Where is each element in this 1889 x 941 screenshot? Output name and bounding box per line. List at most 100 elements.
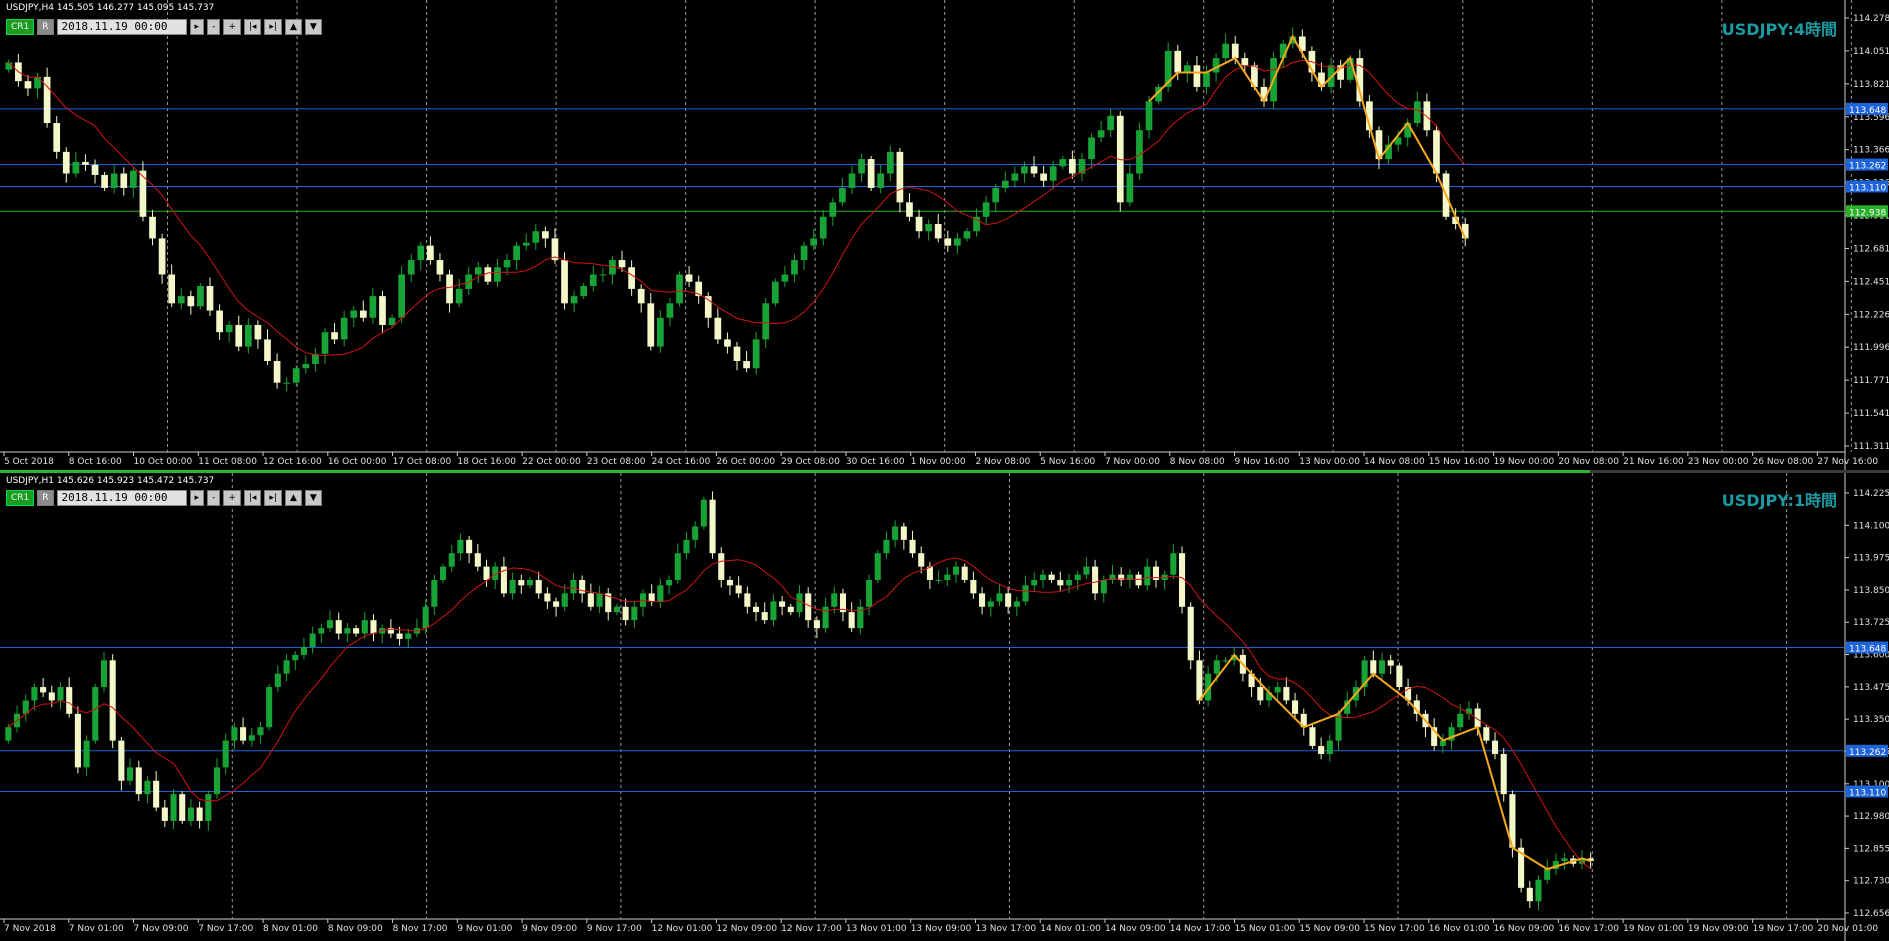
x-tick-label: 19 Nov 01:00	[1623, 924, 1684, 934]
candle-body	[1065, 579, 1073, 586]
scroll-down-icon[interactable]: ▼	[304, 19, 322, 35]
x-tick-label: 8 Nov 08:00	[1170, 457, 1225, 467]
candle-body	[187, 296, 195, 307]
candle-body	[779, 601, 786, 607]
candle-body	[161, 807, 168, 821]
candle-body	[866, 579, 873, 607]
candle-body	[674, 553, 681, 580]
y-tick-label: 112.226	[1853, 310, 1889, 320]
candle-body	[1491, 740, 1499, 754]
candle-body	[5, 727, 12, 741]
candle-body	[676, 274, 683, 304]
moving-average-line	[8, 59, 1466, 357]
play-icon[interactable]: ▸	[189, 19, 205, 35]
last-bar-icon[interactable]: ▸|	[264, 490, 282, 506]
r-button[interactable]: R	[37, 19, 54, 35]
candle-body	[1100, 579, 1107, 594]
candle-body	[427, 245, 434, 261]
candle-body	[292, 368, 300, 383]
candle-body	[718, 553, 725, 580]
candle-body	[909, 539, 916, 554]
scroll-up-icon[interactable]: ▲	[284, 490, 302, 506]
first-bar-icon[interactable]: |◂	[243, 490, 262, 506]
candle-body	[831, 593, 838, 607]
candle-body	[83, 740, 90, 768]
chart-panel-h1[interactable]: 114.225 114.100 113.975 113.850 113.725 113.6…	[0, 473, 1889, 941]
cr1-button[interactable]: CR1	[6, 19, 35, 35]
candle-body	[761, 612, 768, 621]
x-tick-label: 7 Nov 17:00	[198, 924, 253, 934]
x-tick-label: 9 Nov 17:00	[587, 924, 642, 934]
play-icon[interactable]: ▸	[189, 490, 205, 506]
level-price-label: 112.938	[1849, 208, 1886, 218]
candle-body	[24, 81, 32, 89]
x-tick-label: 1 Nov 00:00	[911, 457, 966, 467]
candle-body	[283, 660, 290, 674]
candle-body	[1097, 130, 1105, 138]
y-tick-label: 112.730	[1853, 877, 1889, 887]
h1-chart-canvas[interactable]: 114.225 114.100 113.975 113.850 113.725 113.6…	[0, 473, 1889, 941]
candle-body	[264, 339, 271, 362]
candle-body	[92, 687, 99, 741]
y-tick-label: 112.656	[1853, 909, 1889, 919]
candle-body	[318, 628, 325, 634]
zoom-out-button[interactable]: -	[207, 19, 221, 35]
candle-body	[1107, 115, 1115, 131]
y-tick-label: 111.771	[1853, 376, 1889, 386]
cr1-button[interactable]: CR1	[6, 490, 35, 506]
x-tick-label: 16 Nov 01:00	[1429, 924, 1490, 934]
r-button[interactable]: R	[37, 490, 54, 506]
candle-body	[589, 274, 597, 287]
last-bar-icon[interactable]: ▸|	[264, 19, 282, 35]
candle-body	[1526, 887, 1533, 902]
scroll-down-icon[interactable]: ▼	[304, 490, 322, 506]
candle-body	[1001, 180, 1009, 188]
x-tick-label: 16 Nov 17:00	[1558, 924, 1619, 934]
candle-body	[743, 361, 750, 369]
candle-body	[1535, 879, 1542, 902]
candle-body	[273, 361, 281, 383]
candle-body	[300, 646, 307, 655]
candle-body	[915, 216, 923, 232]
y-tick-label: 113.821	[1853, 80, 1889, 90]
zoom-out-button[interactable]: -	[207, 490, 221, 506]
x-tick-label: 18 Oct 16:00	[457, 457, 516, 467]
candle-body	[455, 288, 463, 304]
candle-body	[1170, 553, 1177, 575]
candle-body	[867, 159, 875, 188]
date-input[interactable]: 2018.11.19 00:00	[56, 19, 187, 35]
h4-symbol-header: USDJPY,H4 145.505 146.277 145.095 145.73…	[6, 3, 215, 13]
candle-body	[934, 223, 942, 239]
x-tick-label: 30 Oct 16:00	[846, 457, 905, 467]
x-tick-label: 26 Oct 00:00	[716, 457, 775, 467]
candle-body	[829, 202, 837, 217]
x-tick-label: 15 Nov 01:00	[1235, 924, 1296, 934]
scroll-up-icon[interactable]: ▲	[284, 19, 302, 35]
candle-body	[1039, 574, 1046, 580]
x-tick-label: 12 Oct 16:00	[263, 457, 322, 467]
candle-body	[996, 593, 1003, 602]
date-input[interactable]: 2018.11.19 00:00	[56, 490, 187, 506]
h4-chart-canvas[interactable]: 114.278114.051113.821113.596113.366113.1…	[0, 0, 1889, 470]
x-tick-label: 13 Nov 09:00	[911, 924, 972, 934]
candle-body	[918, 553, 925, 567]
candle-body	[326, 620, 334, 629]
first-bar-icon[interactable]: |◂	[243, 19, 262, 35]
candle-body	[819, 216, 827, 239]
candle-body	[240, 727, 247, 741]
candle-body	[1088, 137, 1095, 160]
candle-body	[484, 267, 492, 282]
chart-panel-h4[interactable]: 114.278114.051113.821113.596113.366113.1…	[0, 0, 1889, 470]
x-tick-label: 16 Oct 00:00	[328, 457, 387, 467]
zoom-in-button[interactable]: +	[223, 19, 241, 35]
h4-toolbar: CR1 R 2018.11.19 00:00 ▸ - + |◂ ▸| ▲ ▼	[6, 19, 322, 35]
x-tick-label: 13 Nov 01:00	[846, 924, 907, 934]
candle-body	[580, 286, 588, 297]
x-tick-label: 16 Nov 09:00	[1494, 924, 1555, 934]
candle-body	[622, 606, 629, 621]
candle-body	[216, 310, 223, 333]
candle-body	[896, 151, 904, 203]
zoom-in-button[interactable]: +	[223, 490, 241, 506]
y-tick-label: 111.996	[1853, 343, 1889, 353]
candle-body	[1387, 660, 1394, 666]
